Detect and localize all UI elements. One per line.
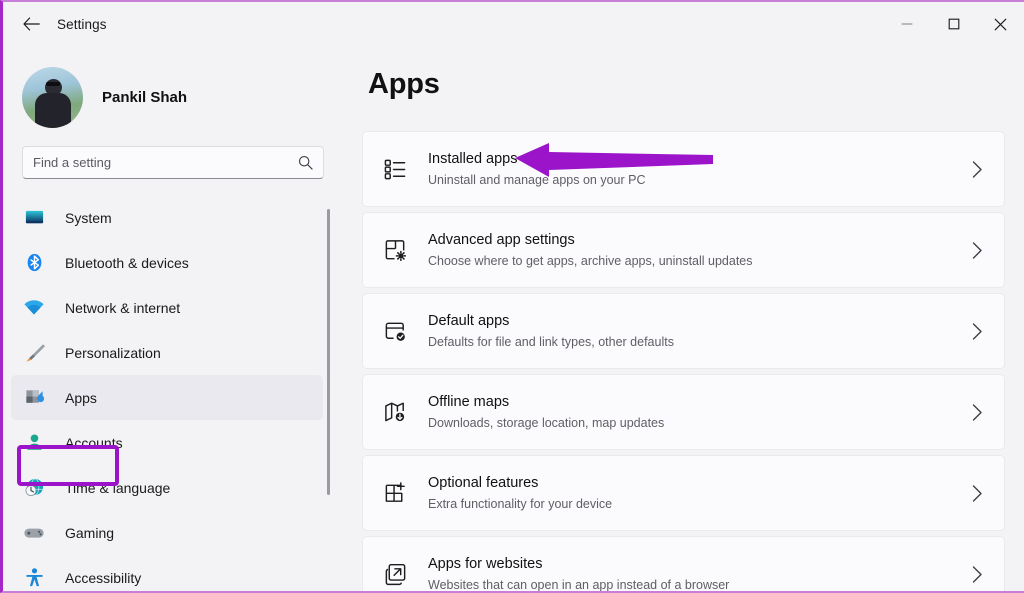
chevron-right-icon[interactable] (971, 484, 984, 503)
accessibility-icon (23, 567, 45, 589)
card-text: Optional features Extra functionality fo… (428, 474, 971, 512)
paintbrush-icon (23, 342, 45, 364)
profile-section[interactable]: Pankil Shah (3, 46, 343, 130)
card-title: Installed apps (428, 150, 971, 170)
sidebar-item-time-language[interactable]: Time & language (11, 465, 323, 510)
chevron-right-icon[interactable] (971, 565, 984, 584)
page-title: Apps (368, 68, 1005, 101)
sidebar-item-label: System (65, 210, 112, 226)
external-link-box-icon (380, 559, 410, 589)
card-offline-maps[interactable]: Offline maps Downloads, storage location… (362, 374, 1005, 450)
search-icon[interactable] (298, 155, 313, 170)
offline-map-download-icon (380, 397, 410, 427)
card-text: Installed apps Uninstall and manage apps… (428, 150, 971, 188)
app-settings-gear-icon (380, 235, 410, 265)
card-subtitle: Extra functionality for your device (428, 496, 971, 512)
card-subtitle: Websites that can open in an app instead… (428, 577, 971, 591)
sidebar-scrollbar[interactable] (327, 209, 330, 495)
card-default-apps[interactable]: Default apps Defaults for file and link … (362, 293, 1005, 369)
sidebar-item-label: Accounts (65, 435, 123, 451)
avatar (22, 67, 83, 128)
back-button[interactable] (13, 8, 49, 40)
sidebar-item-bluetooth-devices[interactable]: Bluetooth & devices (11, 240, 323, 285)
sidebar-item-accounts[interactable]: Accounts (11, 420, 323, 465)
card-title: Apps for websites (428, 555, 971, 575)
card-title: Offline maps (428, 393, 971, 413)
card-text: Apps for websites Websites that can open… (428, 555, 971, 591)
default-apps-check-icon (380, 316, 410, 346)
sidebar-item-label: Personalization (65, 345, 161, 361)
close-icon (994, 18, 1007, 31)
card-apps-for-websites[interactable]: Apps for websites Websites that can open… (362, 536, 1005, 591)
maximize-icon (948, 18, 960, 30)
card-subtitle: Choose where to get apps, archive apps, … (428, 253, 971, 269)
person-icon (23, 432, 45, 454)
settings-window: Settings (0, 0, 1024, 593)
card-text: Advanced app settings Choose where to ge… (428, 231, 971, 269)
clock-globe-icon (23, 477, 45, 499)
sidebar-item-accessibility[interactable]: Accessibility (11, 555, 323, 593)
sidebar-item-label: Gaming (65, 525, 114, 541)
sidebar-item-label: Network & internet (65, 300, 180, 316)
card-advanced-app-settings[interactable]: Advanced app settings Choose where to ge… (362, 212, 1005, 288)
card-subtitle: Uninstall and manage apps on your PC (428, 172, 971, 188)
back-arrow-icon (23, 17, 40, 31)
card-title: Optional features (428, 474, 971, 494)
sidebar: Pankil Shah Syst (3, 46, 343, 591)
optional-features-plus-icon (380, 478, 410, 508)
sidebar-item-label: Time & language (65, 480, 170, 496)
chevron-right-icon[interactable] (971, 241, 984, 260)
sidebar-nav: System Bluetooth & devices (3, 195, 343, 590)
window-title: Settings (57, 17, 107, 32)
wifi-icon (23, 297, 45, 319)
card-text: Offline maps Downloads, storage location… (428, 393, 971, 431)
sidebar-item-network-internet[interactable]: Network & internet (11, 285, 323, 330)
sidebar-item-label: Apps (65, 390, 97, 406)
card-optional-features[interactable]: Optional features Extra functionality fo… (362, 455, 1005, 531)
sidebar-item-apps[interactable]: Apps (11, 375, 323, 420)
minimize-icon (901, 18, 913, 30)
chevron-right-icon[interactable] (971, 403, 984, 422)
profile-name: Pankil Shah (102, 89, 187, 106)
minimize-button[interactable] (883, 2, 930, 46)
sidebar-item-label: Bluetooth & devices (65, 255, 189, 271)
close-button[interactable] (977, 2, 1024, 46)
bluetooth-icon (23, 252, 45, 274)
window-controls (883, 2, 1024, 46)
card-subtitle: Defaults for file and link types, other … (428, 334, 971, 350)
apps-icon (23, 387, 45, 409)
installed-apps-list-icon (380, 154, 410, 184)
sidebar-item-system[interactable]: System (11, 195, 323, 240)
card-text: Default apps Defaults for file and link … (428, 312, 971, 350)
chevron-right-icon[interactable] (971, 322, 984, 341)
card-title: Default apps (428, 312, 971, 332)
main-content: Apps Installed apps Uninstall and manage… (343, 46, 1024, 591)
sidebar-item-label: Accessibility (65, 570, 141, 586)
maximize-button[interactable] (930, 2, 977, 46)
card-subtitle: Downloads, storage location, map updates (428, 415, 971, 431)
card-installed-apps[interactable]: Installed apps Uninstall and manage apps… (362, 131, 1005, 207)
chevron-right-icon[interactable] (971, 160, 984, 179)
card-title: Advanced app settings (428, 231, 971, 251)
monitor-icon (23, 207, 45, 229)
search-box[interactable] (22, 146, 324, 179)
sidebar-item-personalization[interactable]: Personalization (11, 330, 323, 375)
window-titlebar: Settings (3, 2, 1024, 46)
sidebar-item-gaming[interactable]: Gaming (11, 510, 323, 555)
gamepad-icon (23, 522, 45, 544)
search-input[interactable] (33, 155, 298, 170)
